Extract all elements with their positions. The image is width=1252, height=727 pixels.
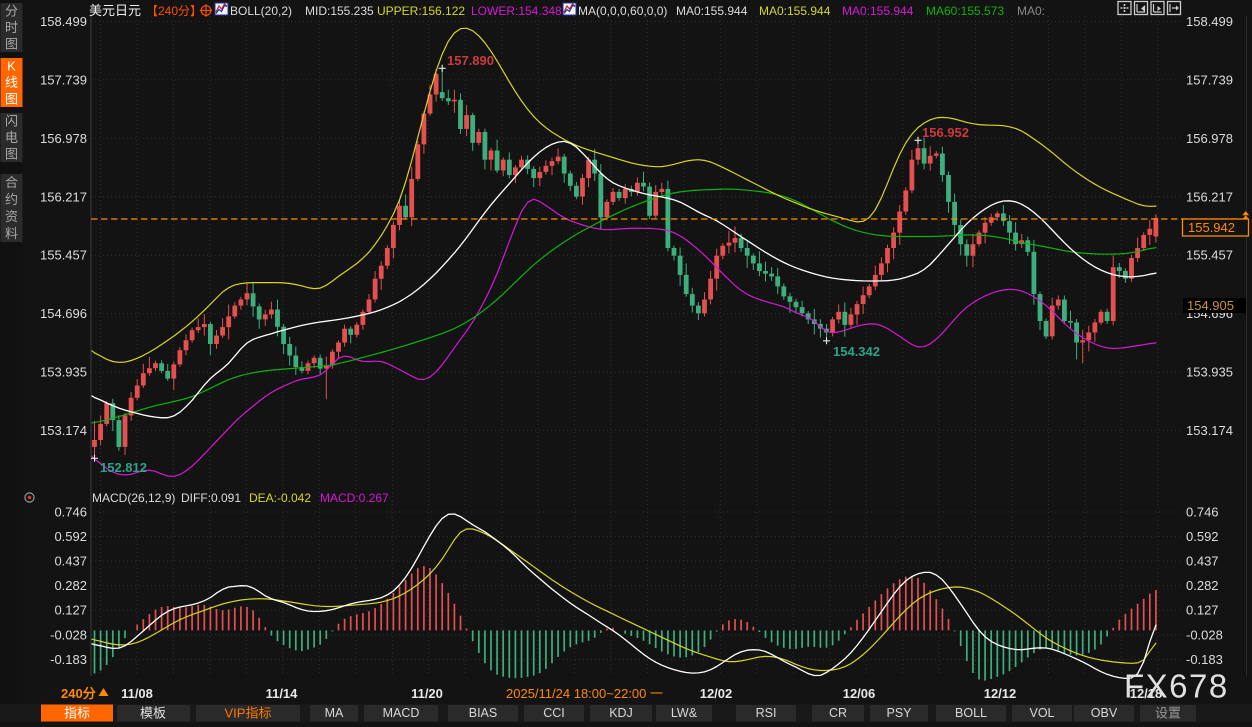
svg-text:153.935: 153.935 bbox=[1186, 365, 1233, 380]
svg-text:K: K bbox=[7, 59, 16, 74]
svg-text:11/08: 11/08 bbox=[121, 686, 153, 701]
svg-text:MACD:0.267: MACD:0.267 bbox=[320, 491, 389, 505]
svg-text:12/06: 12/06 bbox=[843, 686, 876, 701]
svg-text:MA60:155.573: MA60:155.573 bbox=[926, 4, 1004, 18]
svg-text:0.746: 0.746 bbox=[54, 505, 87, 520]
svg-text:154.342: 154.342 bbox=[833, 344, 880, 359]
svg-text:约: 约 bbox=[5, 192, 18, 207]
svg-text:指标: 指标 bbox=[64, 706, 90, 721]
svg-text:MA: MA bbox=[325, 706, 344, 720]
svg-text:UPPER:156.122: UPPER:156.122 bbox=[377, 4, 465, 18]
svg-text:152.812: 152.812 bbox=[100, 460, 147, 475]
svg-text:157.890: 157.890 bbox=[447, 53, 494, 68]
svg-text:12/02: 12/02 bbox=[700, 686, 733, 701]
svg-text:资: 资 bbox=[5, 209, 18, 224]
svg-text:154.905: 154.905 bbox=[1187, 298, 1234, 313]
svg-text:闪: 闪 bbox=[5, 114, 18, 129]
svg-text:156.217: 156.217 bbox=[40, 189, 87, 204]
svg-text:153.174: 153.174 bbox=[40, 423, 87, 438]
svg-text:0.127: 0.127 bbox=[1186, 603, 1219, 618]
svg-text:图: 图 bbox=[5, 91, 18, 106]
svg-text:155.457: 155.457 bbox=[1186, 248, 1233, 263]
svg-text:图: 图 bbox=[5, 36, 18, 51]
svg-text:2025/11/24 18:00~22:00 一: 2025/11/24 18:00~22:00 一 bbox=[506, 686, 663, 701]
svg-text:0.437: 0.437 bbox=[1186, 554, 1219, 569]
svg-text:DEA:-0.042: DEA:-0.042 bbox=[249, 491, 311, 505]
svg-text:157.739: 157.739 bbox=[40, 72, 87, 87]
svg-text:BIAS: BIAS bbox=[469, 706, 498, 720]
svg-text:240分: 240分 bbox=[61, 686, 96, 701]
svg-text:PSY: PSY bbox=[886, 706, 912, 720]
svg-text:VOL: VOL bbox=[1029, 706, 1054, 720]
svg-text:KDJ: KDJ bbox=[609, 706, 633, 720]
svg-text:11/14: 11/14 bbox=[266, 686, 299, 701]
svg-text:MA0:155.944: MA0:155.944 bbox=[676, 4, 748, 18]
svg-text:0.592: 0.592 bbox=[1186, 529, 1219, 544]
svg-text:MA0:: MA0: bbox=[1017, 4, 1045, 18]
svg-text:【240分】: 【240分】 bbox=[146, 4, 202, 18]
svg-text:MA0:155.944: MA0:155.944 bbox=[759, 4, 831, 18]
svg-text:MACD: MACD bbox=[383, 706, 420, 720]
svg-text:0.282: 0.282 bbox=[1186, 578, 1219, 593]
svg-text:美元日元: 美元日元 bbox=[89, 3, 141, 18]
svg-text:模板: 模板 bbox=[140, 706, 166, 721]
svg-text:-0.028: -0.028 bbox=[50, 627, 87, 642]
svg-text:0.282: 0.282 bbox=[54, 578, 87, 593]
svg-text:158.499: 158.499 bbox=[40, 14, 87, 29]
svg-text:156.217: 156.217 bbox=[1186, 189, 1233, 204]
svg-text:分: 分 bbox=[5, 4, 18, 19]
svg-text:CR: CR bbox=[829, 706, 847, 720]
svg-text:设置: 设置 bbox=[1155, 706, 1181, 721]
svg-text:156.978: 156.978 bbox=[1186, 131, 1233, 146]
svg-text:156.978: 156.978 bbox=[40, 131, 87, 146]
svg-text:-0.183: -0.183 bbox=[50, 652, 87, 667]
svg-text:料: 料 bbox=[5, 226, 18, 241]
svg-text:156.952: 156.952 bbox=[922, 125, 969, 140]
svg-text:BOLL: BOLL bbox=[955, 706, 987, 720]
svg-text:-0.183: -0.183 bbox=[1186, 652, 1223, 667]
svg-text:CCI: CCI bbox=[543, 706, 565, 720]
svg-text:VIP指标: VIP指标 bbox=[225, 706, 272, 721]
svg-text:FX678: FX678 bbox=[1124, 668, 1229, 705]
svg-text:MACD(26,12,9): MACD(26,12,9) bbox=[92, 491, 175, 505]
svg-text:OBV: OBV bbox=[1091, 706, 1118, 720]
svg-text:12/12: 12/12 bbox=[984, 686, 1017, 701]
svg-text:0.592: 0.592 bbox=[54, 529, 87, 544]
svg-text:MID:155.235: MID:155.235 bbox=[305, 4, 374, 18]
svg-text:154.696: 154.696 bbox=[40, 306, 87, 321]
svg-text:-0.028: -0.028 bbox=[1186, 627, 1223, 642]
svg-text:DIFF:0.091: DIFF:0.091 bbox=[181, 491, 241, 505]
svg-text:BOLL(20,2): BOLL(20,2) bbox=[230, 4, 292, 18]
svg-text:RSI: RSI bbox=[756, 706, 777, 720]
svg-text:153.174: 153.174 bbox=[1186, 423, 1233, 438]
svg-text:158.499: 158.499 bbox=[1186, 14, 1233, 29]
svg-text:MA0:155.944: MA0:155.944 bbox=[842, 4, 914, 18]
svg-text:157.739: 157.739 bbox=[1186, 72, 1233, 87]
svg-text:153.935: 153.935 bbox=[40, 365, 87, 380]
svg-text:0.746: 0.746 bbox=[1186, 505, 1219, 520]
svg-text:LOWER:154.348: LOWER:154.348 bbox=[471, 4, 562, 18]
svg-text:MA(0,0,0,60,0,0): MA(0,0,0,60,0,0) bbox=[578, 4, 667, 18]
svg-text:0.127: 0.127 bbox=[54, 603, 87, 618]
svg-text:合: 合 bbox=[5, 175, 18, 190]
svg-text:线: 线 bbox=[5, 75, 18, 90]
svg-text:图: 图 bbox=[5, 146, 18, 161]
svg-text:电: 电 bbox=[5, 130, 18, 145]
svg-text:155.942: 155.942 bbox=[1188, 220, 1235, 235]
svg-text:0.437: 0.437 bbox=[54, 554, 87, 569]
svg-text:155.457: 155.457 bbox=[40, 248, 87, 263]
svg-text:LW&: LW& bbox=[671, 706, 698, 720]
svg-text:时: 时 bbox=[5, 20, 18, 35]
svg-text:11/20: 11/20 bbox=[411, 686, 443, 701]
